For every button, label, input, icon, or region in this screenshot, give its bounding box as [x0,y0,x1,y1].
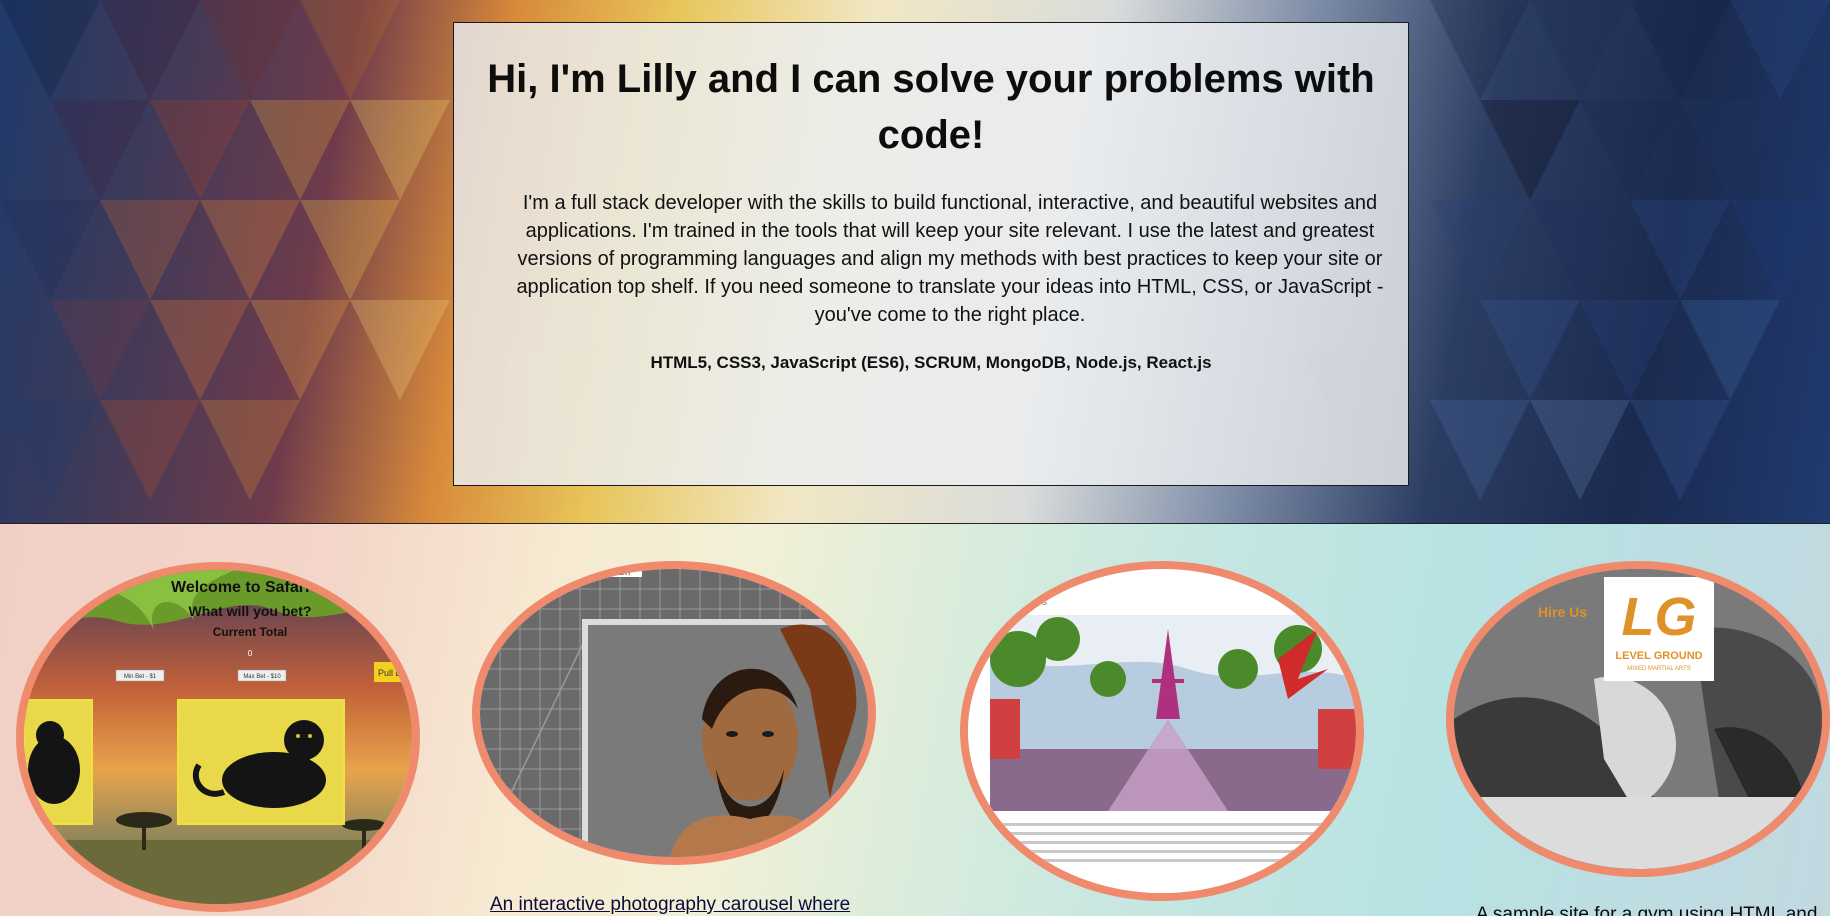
project-thumbnail-photography-carousel[interactable]: NEXT [472,561,876,865]
intro-card: Hi, I'm Lilly and I can solve your probl… [453,22,1409,486]
safari-heading: Welcome to Safari Sl [171,579,329,596]
project-thumbnail-gym-site[interactable]: es Hire Us LG LEVEL GROUND MIXED MARTIAL… [1446,561,1830,877]
safari-total-label: Current Total [213,625,287,639]
hero-intro-paragraph: I'm a full stack developer with the skil… [516,192,1384,326]
project-description-gym-site: A sample site for a gym using HTML and [1476,904,1818,916]
skills-list: HTML5, CSS3, JavaScript (ES6), SCRUM, Mo… [650,353,1212,372]
max-bet-label: Max Bet - $10 [243,674,281,680]
gym-hire-us-link: Hire Us [1538,604,1587,620]
travel-nav-fragment: s [1042,597,1047,608]
hero-title: Hi, I'm Lilly and I can solve your probl… [487,57,1375,157]
photography-carousel-screenshot: NEXT [480,569,868,857]
safari-total-value: 0 [248,649,253,658]
carousel-next-label: NEXT [613,570,632,577]
project-link-photography-carousel[interactable]: An interactive photography carousel wher… [490,894,850,916]
min-bet-label: Min Bet - $1 [124,674,157,680]
travel-site-screenshot: s [968,569,1356,893]
logo-mark: LG [1622,587,1697,647]
logo-name: LEVEL GROUND [1615,650,1702,662]
logo-tagline: MIXED MARTIAL ARTS [1627,666,1691,672]
project-thumbnail-safari-game[interactable]: Welcome to Safari Sl What will you bet? … [16,562,420,912]
project-thumbnail-travel-site[interactable]: s [960,561,1364,901]
safari-subheading: What will you bet? [189,603,312,619]
gym-site-screenshot: es Hire Us LG LEVEL GROUND MIXED MARTIAL… [1454,569,1822,869]
page: Hi, I'm Lilly and I can solve your probl… [0,0,1830,916]
safari-game-screenshot: Welcome to Safari Sl What will you bet? … [24,570,412,904]
